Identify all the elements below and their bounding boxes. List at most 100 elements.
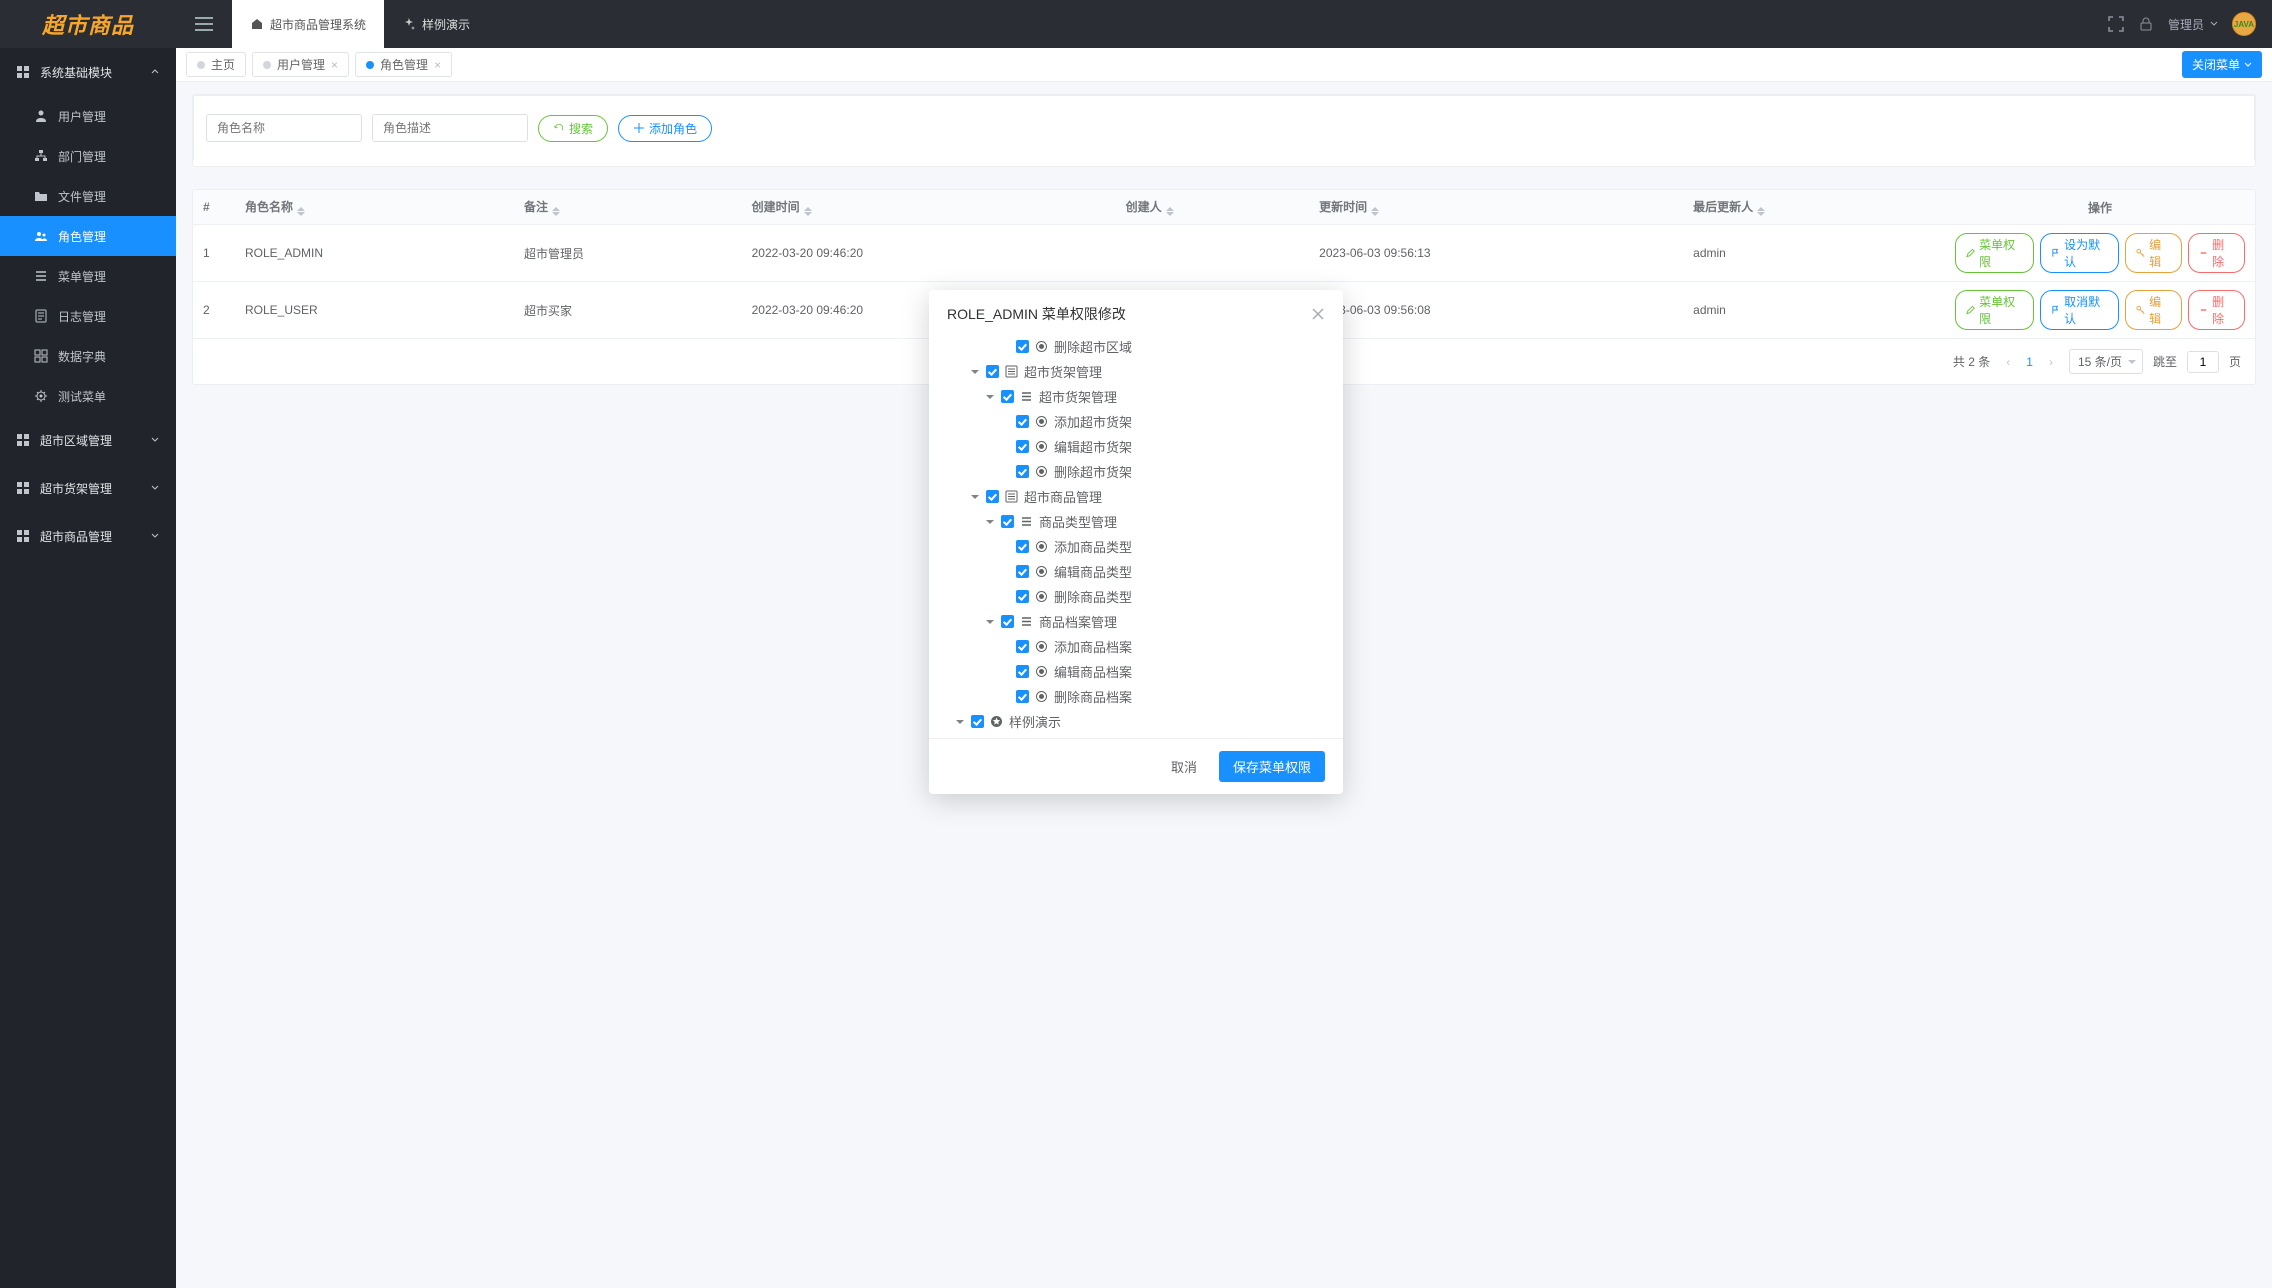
tree-node[interactable]: 二次开发样例 bbox=[937, 734, 1335, 738]
tree-checkbox[interactable] bbox=[1016, 415, 1029, 428]
pager-current[interactable]: 1 bbox=[2026, 355, 2033, 369]
tree-caret[interactable] bbox=[985, 395, 995, 399]
default-toggle-button[interactable]: 取消默认 bbox=[2040, 290, 2119, 330]
action-icon bbox=[1035, 440, 1048, 453]
fullscreen-icon[interactable] bbox=[2108, 16, 2124, 32]
tree-checkbox[interactable] bbox=[1016, 640, 1029, 653]
sidebar-toggle[interactable] bbox=[176, 0, 232, 48]
tree-node[interactable]: 超市货架管理 bbox=[937, 384, 1335, 409]
tree-checkbox[interactable] bbox=[1001, 390, 1014, 403]
pager-next[interactable]: › bbox=[2043, 353, 2059, 371]
tree-node[interactable]: 添加超市货架 bbox=[937, 409, 1335, 434]
tree-node[interactable]: 编辑商品档案 bbox=[937, 659, 1335, 684]
tree-node[interactable]: 添加商品档案 bbox=[937, 634, 1335, 659]
sidebar-group-head[interactable]: 系统基础模块 bbox=[0, 48, 176, 96]
sidebar-item[interactable]: 数据字典 bbox=[0, 336, 176, 376]
tree-node[interactable]: 删除商品类型 bbox=[937, 584, 1335, 609]
pager-size-select[interactable]: 15 条/页 bbox=[2069, 349, 2143, 374]
delete-button[interactable]: 删除 bbox=[2188, 290, 2245, 330]
lock-icon[interactable] bbox=[2138, 16, 2154, 32]
sidebar-item[interactable]: 角色管理 bbox=[0, 216, 176, 256]
tree-checkbox[interactable] bbox=[986, 490, 999, 503]
modal-footer: 取消 保存菜单权限 bbox=[929, 738, 1343, 794]
sidebar-group-head[interactable]: 超市商品管理 bbox=[0, 512, 176, 560]
tree-node[interactable]: 删除超市货架 bbox=[937, 459, 1335, 484]
add-role-button[interactable]: 添加角色 bbox=[618, 115, 712, 142]
sparkle-icon bbox=[402, 17, 416, 31]
table-header-cell[interactable]: 操作 bbox=[1945, 190, 2255, 225]
tab[interactable]: 用户管理× bbox=[252, 52, 349, 77]
tree-caret[interactable] bbox=[955, 720, 965, 724]
tree-caret[interactable] bbox=[985, 520, 995, 524]
pager-prev[interactable]: ‹ bbox=[2000, 353, 2016, 371]
tree-caret[interactable] bbox=[970, 370, 980, 374]
edit-button[interactable]: 编辑 bbox=[2125, 290, 2182, 330]
modal-save-button[interactable]: 保存菜单权限 bbox=[1219, 751, 1325, 782]
tree-label: 商品类型管理 bbox=[1039, 512, 1117, 531]
delete-button[interactable]: 删除 bbox=[2188, 233, 2245, 273]
table-header-cell[interactable]: 备注 bbox=[514, 190, 742, 225]
tree-caret[interactable] bbox=[985, 620, 995, 624]
tree-checkbox[interactable] bbox=[1016, 540, 1029, 553]
sidebar-item[interactable]: 日志管理 bbox=[0, 296, 176, 336]
tree-checkbox[interactable] bbox=[1016, 690, 1029, 703]
tree-node[interactable]: 删除超市区域 bbox=[937, 338, 1335, 359]
tree-node[interactable]: 编辑商品类型 bbox=[937, 559, 1335, 584]
tree-checkbox[interactable] bbox=[1016, 465, 1029, 478]
topnav-item[interactable]: 样例演示 bbox=[384, 0, 488, 48]
user-menu[interactable]: 管理员 bbox=[2168, 16, 2218, 33]
sidebar-item[interactable]: 文件管理 bbox=[0, 176, 176, 216]
key-icon bbox=[2136, 305, 2145, 315]
table-header-cell[interactable]: 更新时间 bbox=[1309, 190, 1683, 225]
perm-button[interactable]: 菜单权限 bbox=[1955, 233, 2034, 273]
table-header-cell[interactable]: 创建人 bbox=[1116, 190, 1310, 225]
table-header-cell[interactable]: 角色名称 bbox=[235, 190, 514, 225]
tree-checkbox[interactable] bbox=[1001, 515, 1014, 528]
tree-node[interactable]: 删除商品档案 bbox=[937, 684, 1335, 709]
tree-node[interactable]: 商品类型管理 bbox=[937, 509, 1335, 534]
tree-checkbox[interactable] bbox=[986, 365, 999, 378]
tree-checkbox[interactable] bbox=[1016, 665, 1029, 678]
tree-node[interactable]: 超市商品管理 bbox=[937, 484, 1335, 509]
sidebar-item[interactable]: 菜单管理 bbox=[0, 256, 176, 296]
tree-checkbox[interactable] bbox=[971, 715, 984, 728]
tree-checkbox[interactable] bbox=[1016, 440, 1029, 453]
tab-close-button[interactable]: × bbox=[434, 58, 441, 72]
tree-node[interactable]: 商品档案管理 bbox=[937, 609, 1335, 634]
sidebar-item[interactable]: 测试菜单 bbox=[0, 376, 176, 416]
sidebar-group-head[interactable]: 超市区域管理 bbox=[0, 416, 176, 464]
role-desc-input[interactable] bbox=[372, 114, 528, 142]
table-header-cell[interactable]: 最后更新人 bbox=[1683, 190, 1945, 225]
tree-checkbox[interactable] bbox=[1016, 590, 1029, 603]
search-button[interactable]: 搜索 bbox=[538, 115, 608, 142]
tab-close-button[interactable]: × bbox=[331, 58, 338, 72]
tree-node[interactable]: 编辑超市货架 bbox=[937, 434, 1335, 459]
permission-tree[interactable]: 删除超市区域超市货架管理超市货架管理添加超市货架编辑超市货架删除超市货架超市商品… bbox=[929, 338, 1343, 738]
tab[interactable]: 角色管理× bbox=[355, 52, 452, 77]
tree-node[interactable]: 添加商品类型 bbox=[937, 534, 1335, 559]
edit-button[interactable]: 编辑 bbox=[2125, 233, 2182, 273]
tree-caret[interactable] bbox=[970, 495, 980, 499]
modal-cancel-button[interactable]: 取消 bbox=[1159, 751, 1209, 782]
topnav-item[interactable]: 超市商品管理系统 bbox=[232, 0, 384, 48]
pager-jump-input[interactable] bbox=[2187, 351, 2219, 373]
tree-checkbox[interactable] bbox=[1001, 615, 1014, 628]
tree-checkbox[interactable] bbox=[1016, 565, 1029, 578]
table-header-cell[interactable]: 创建时间 bbox=[742, 190, 1116, 225]
tab[interactable]: 主页 bbox=[186, 52, 246, 77]
topnav-label: 超市商品管理系统 bbox=[270, 16, 366, 33]
tree-checkbox[interactable] bbox=[1016, 340, 1029, 353]
sidebar-item[interactable]: 用户管理 bbox=[0, 96, 176, 136]
role-name-input[interactable] bbox=[206, 114, 362, 142]
perm-button[interactable]: 菜单权限 bbox=[1955, 290, 2034, 330]
table-header-cell[interactable]: # bbox=[193, 190, 235, 225]
tree-node[interactable]: 样例演示 bbox=[937, 709, 1335, 734]
sidebar-group-head[interactable]: 超市货架管理 bbox=[0, 464, 176, 512]
default-toggle-button[interactable]: 设为默认 bbox=[2040, 233, 2119, 273]
home-icon bbox=[250, 17, 264, 31]
close-tabs-menu[interactable]: 关闭菜单 bbox=[2182, 51, 2262, 78]
tree-node[interactable]: 超市货架管理 bbox=[937, 359, 1335, 384]
modal-close-button[interactable] bbox=[1311, 307, 1325, 321]
sidebar-item[interactable]: 部门管理 bbox=[0, 136, 176, 176]
avatar[interactable]: JAVA bbox=[2232, 12, 2256, 36]
